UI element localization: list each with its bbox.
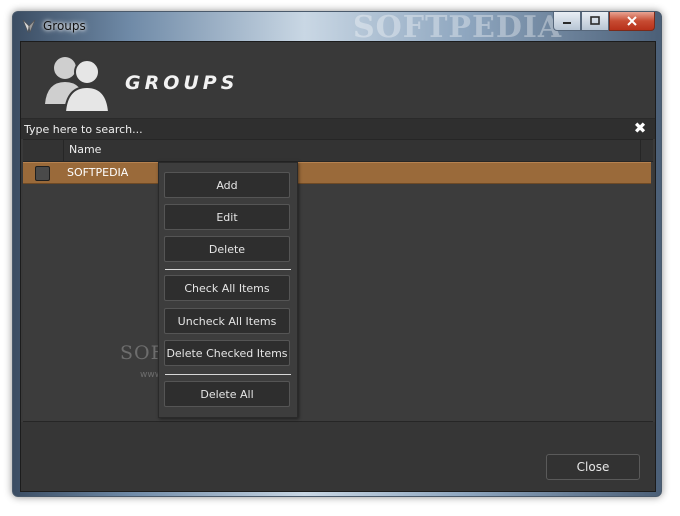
column-divider [640, 140, 641, 161]
window-close-button[interactable] [609, 12, 655, 31]
row-name-cell: SOFTPEDIA [67, 166, 129, 179]
app-icon [22, 19, 36, 34]
menu-add-button[interactable]: Add [164, 172, 290, 198]
title-bar[interactable]: Groups SOFTPEDIA [13, 10, 661, 45]
window-title: Groups [43, 19, 86, 33]
column-header-check[interactable] [23, 140, 64, 161]
menu-separator [165, 269, 291, 270]
page-title: GROUPS [125, 72, 239, 94]
client-area: GROUPS ✖ Name SOFTPEDIA Close [20, 41, 656, 492]
menu-delete-button[interactable]: Delete [164, 236, 290, 262]
footer: Close [21, 422, 655, 491]
menu-edit-button[interactable]: Edit [164, 204, 290, 230]
row-checkbox[interactable] [35, 166, 50, 181]
grid-header: Name [23, 140, 653, 162]
groups-window: Groups SOFTPEDIA GROUPS Type here to sea… [12, 10, 662, 497]
maximize-icon [590, 16, 600, 25]
close-button[interactable]: Close [546, 454, 640, 480]
caption-buttons [553, 12, 655, 32]
clear-search-icon[interactable]: ✖ [633, 121, 647, 136]
search-bar: ✖ [21, 119, 655, 139]
context-menu: Add Edit Delete Check All Items Uncheck … [158, 162, 298, 418]
header-banner: GROUPS [21, 42, 655, 119]
menu-delete-checked-button[interactable]: Delete Checked Items [164, 340, 290, 366]
menu-delete-all-button[interactable]: Delete All [164, 381, 290, 407]
menu-uncheck-all-button[interactable]: Uncheck All Items [164, 308, 290, 334]
column-header-name[interactable]: Name [69, 143, 101, 156]
groups-grid: Name SOFTPEDIA [23, 139, 653, 422]
search-input[interactable] [24, 120, 624, 138]
users-icon [45, 57, 111, 113]
minimize-button[interactable] [553, 12, 581, 31]
menu-separator [165, 374, 291, 375]
maximize-button[interactable] [581, 12, 609, 31]
title-watermark: SOFTPEDIA [353, 10, 563, 45]
minimize-icon [563, 22, 571, 24]
close-icon [627, 16, 637, 26]
table-row[interactable]: SOFTPEDIA [23, 162, 651, 184]
menu-check-all-button[interactable]: Check All Items [164, 275, 290, 301]
